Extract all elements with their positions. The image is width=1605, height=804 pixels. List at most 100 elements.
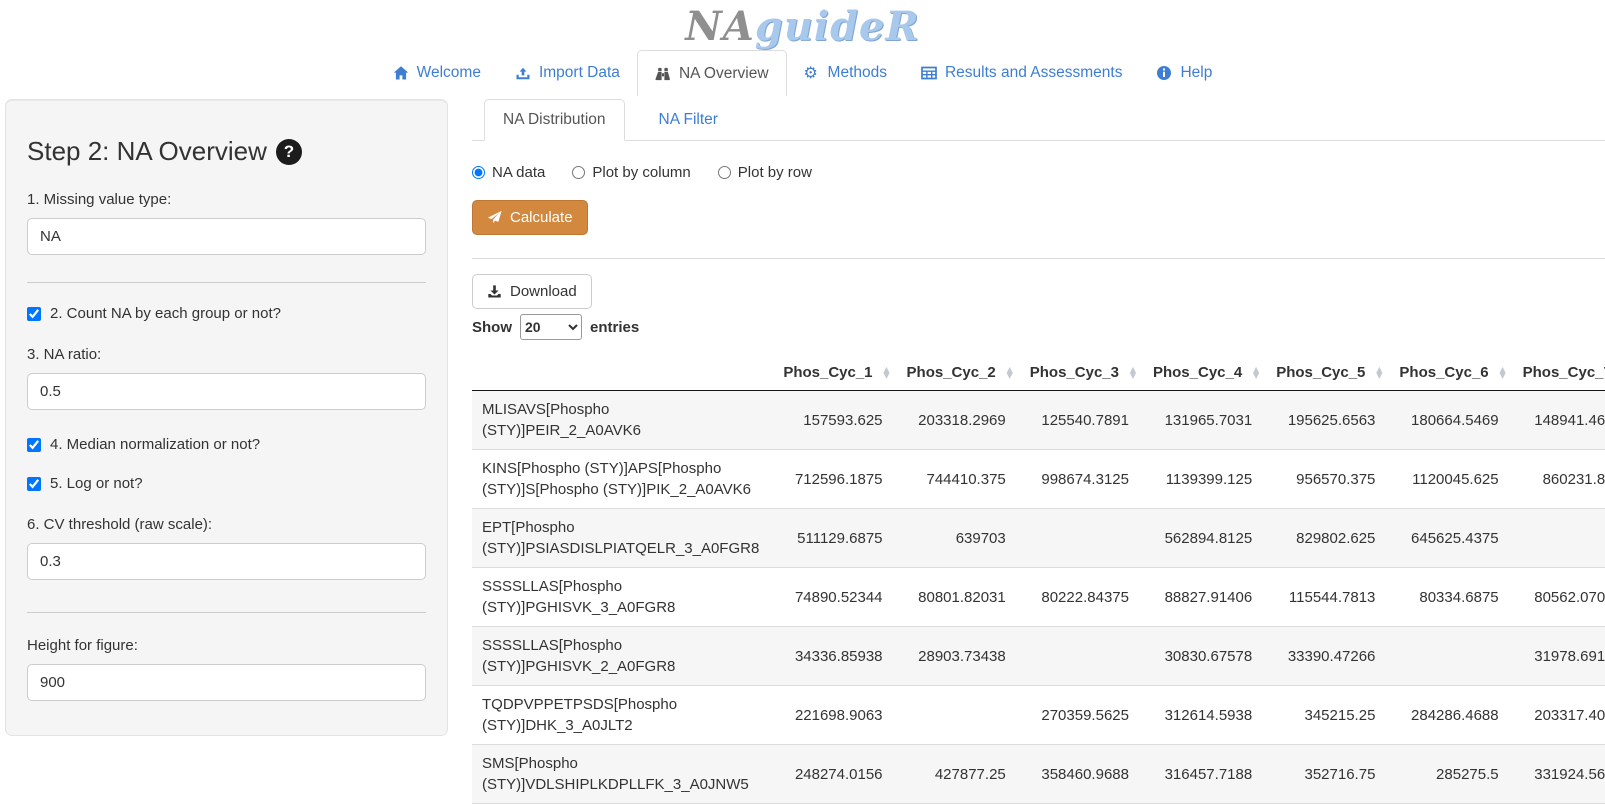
row-name-cell: SSSSLLAS[Phospho (STY)]PGHISVK_3_A0FGR8 (472, 568, 773, 627)
column-header[interactable]: Phos_Cyc_5▲▼ (1266, 355, 1389, 391)
log-checkbox[interactable] (27, 477, 41, 491)
page-length-select[interactable]: 20 (520, 314, 582, 340)
show-entries-prefix: Show (472, 319, 512, 336)
radio-plot-by-column-input[interactable] (572, 166, 585, 179)
figure-height-input[interactable] (27, 664, 426, 701)
tab-na-distribution[interactable]: NA Distribution (484, 99, 625, 141)
nav-tab-methods[interactable]: ⚙︎ Methods (787, 50, 904, 96)
column-header[interactable]: Phos_Cyc_6▲▼ (1389, 355, 1512, 391)
value-cell: 639703 (897, 509, 1020, 568)
sort-icon: ▲▼ (1253, 367, 1259, 379)
value-cell: 31978.69141 (1513, 627, 1605, 686)
value-cell: 80562.07031 (1513, 568, 1605, 627)
value-cell: 80222.84375 (1020, 568, 1143, 627)
table-row: SSSSLLAS[Phospho (STY)]PGHISVK_2_A0FGR8 … (472, 627, 1605, 686)
calculate-button[interactable]: Calculate (472, 200, 588, 235)
count-na-label: 2. Count NA by each group or not? (50, 305, 281, 322)
sidebar-divider (27, 282, 426, 283)
radio-plot-by-row-label: Plot by row (738, 164, 812, 181)
plot-type-radio-group: NA data Plot by column Plot by row (472, 164, 1605, 181)
column-header-label: Phos_Cyc_2 (907, 364, 996, 381)
column-header-label: Phos_Cyc_1 (783, 364, 872, 381)
radio-plot-by-row[interactable]: Plot by row (718, 164, 812, 181)
radio-na-data-input[interactable] (472, 166, 485, 179)
value-cell: 125540.7891 (1020, 391, 1143, 450)
radio-na-data-label: NA data (492, 164, 545, 181)
value-cell: 270359.5625 (1020, 686, 1143, 745)
value-cell: 80801.82031 (897, 568, 1020, 627)
column-header[interactable]: Phos_Cyc_7▲▼ (1513, 355, 1605, 391)
nav-tab-import-data[interactable]: Import Data (498, 50, 637, 96)
log-label: 5. Log or not? (50, 475, 143, 492)
na-ratio-label: 3. NA ratio: (27, 346, 426, 363)
value-cell: 131965.7031 (1143, 391, 1266, 450)
figure-height-label: Height for figure: (27, 637, 426, 654)
upload-icon (515, 65, 531, 81)
binoculars-icon (655, 66, 671, 82)
value-cell: 203318.2969 (897, 391, 1020, 450)
column-header[interactable]: Phos_Cyc_2 ▲▼ (897, 355, 1020, 391)
radio-plot-by-row-input[interactable] (718, 166, 731, 179)
cogs-icon: ⚙︎ (804, 65, 820, 81)
value-cell: 1139399.125 (1143, 450, 1266, 509)
value-cell: 284286.4688 (1389, 686, 1512, 745)
sort-icon: ▲▼ (1376, 367, 1382, 379)
row-name-cell: SMS[Phospho (STY)]VDLSHIPLKDPLLFK_3_A0JN… (472, 745, 773, 804)
value-cell: 998674.3125 (1020, 450, 1143, 509)
missing-value-type-select[interactable]: NA (27, 218, 426, 255)
table-body: MLISAVS[Phospho (STY)]PEIR_2_A0AVK6 1575… (472, 391, 1605, 804)
row-name-cell: EPT[Phospho (STY)]PSIASDISLPIATQELR_3_A0… (472, 509, 773, 568)
download-button[interactable]: Download (472, 274, 592, 309)
question-circle-icon[interactable]: ? (276, 139, 302, 165)
nav-tab-help[interactable]: Help (1139, 50, 1229, 96)
cv-threshold-input[interactable] (27, 543, 426, 580)
sort-icon: ▲▼ (1007, 367, 1013, 379)
table-icon (921, 65, 937, 81)
value-cell: 80334.6875 (1389, 568, 1512, 627)
value-cell: 180664.5469 (1389, 391, 1512, 450)
value-cell (897, 686, 1020, 745)
nav-tab-welcome[interactable]: Welcome (376, 50, 498, 96)
radio-plot-by-column[interactable]: Plot by column (572, 164, 690, 181)
row-name-cell: MLISAVS[Phospho (STY)]PEIR_2_A0AVK6 (472, 391, 773, 450)
table-row: KINS[Phospho (STY)]APS[Phospho (STY)]S[P… (472, 450, 1605, 509)
median-norm-checkbox[interactable] (27, 438, 41, 452)
main-navbar: Welcome Import Data NA Overview ⚙︎ Metho… (0, 50, 1605, 96)
logo-part-guider: guideR (755, 3, 920, 50)
value-cell: 1120045.625 (1389, 450, 1512, 509)
radio-na-data[interactable]: NA data (472, 164, 545, 181)
value-cell: 956570.375 (1266, 450, 1389, 509)
value-cell: 285275.5 (1389, 745, 1512, 804)
column-header[interactable]: Phos_Cyc_3▲▼ (1020, 355, 1143, 391)
value-cell: 148941.4688 (1513, 391, 1605, 450)
value-cell: 744410.375 (897, 450, 1020, 509)
tab-na-filter[interactable]: NA Filter (641, 99, 736, 141)
home-icon (393, 65, 409, 81)
value-cell: 316457.7188 (1143, 745, 1266, 804)
value-cell: 33390.47266 (1266, 627, 1389, 686)
count-na-checkbox[interactable] (27, 307, 41, 321)
nav-tab-na-overview[interactable]: NA Overview (637, 50, 787, 96)
column-header-label: Phos_Cyc_4 (1153, 364, 1242, 381)
value-cell: 860231.875 (1513, 450, 1605, 509)
row-name-cell: SSSSLLAS[Phospho (STY)]PGHISVK_2_A0FGR8 (472, 627, 773, 686)
value-cell (1020, 627, 1143, 686)
na-ratio-input[interactable] (27, 373, 426, 410)
nav-tab-label: Methods (828, 64, 887, 82)
value-cell (1513, 509, 1605, 568)
column-header-label: Phos_Cyc_6 (1399, 364, 1488, 381)
column-header[interactable]: Phos_Cyc_1▲▼ (773, 355, 896, 391)
nav-tab-label: Import Data (539, 64, 620, 82)
column-header-rownames[interactable] (472, 355, 773, 391)
value-cell: 345215.25 (1266, 686, 1389, 745)
calculate-button-label: Calculate (510, 209, 573, 226)
nav-tab-results[interactable]: Results and Assessments (904, 50, 1139, 96)
table-row: SMS[Phospho (STY)]VDLSHIPLKDPLLFK_3_A0JN… (472, 745, 1605, 804)
show-entries-suffix: entries (590, 319, 639, 336)
subtab-bar: NA Distribution NA Filter (472, 99, 1605, 141)
sidebar-title-text: Step 2: NA Overview (27, 136, 267, 167)
value-cell (1020, 509, 1143, 568)
column-header[interactable]: Phos_Cyc_4 ▲▼ (1143, 355, 1266, 391)
table-row: EPT[Phospho (STY)]PSIASDISLPIATQELR_3_A0… (472, 509, 1605, 568)
value-cell: 312614.5938 (1143, 686, 1266, 745)
